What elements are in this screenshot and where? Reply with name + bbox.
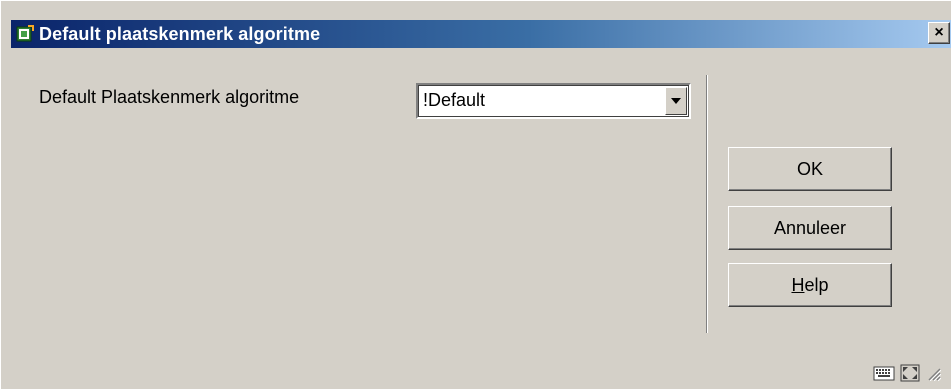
help-button-label: Help xyxy=(791,275,828,296)
help-button[interactable]: Help xyxy=(728,263,892,307)
app-window-icon xyxy=(16,25,34,43)
close-button[interactable]: × xyxy=(928,22,950,44)
dropdown-button[interactable] xyxy=(665,87,687,115)
close-icon: × xyxy=(934,24,944,41)
help-label-rest: elp xyxy=(804,274,829,295)
ok-button-label: OK xyxy=(796,158,823,179)
chevron-down-icon xyxy=(671,98,681,104)
cancel-button-label: Annuleer xyxy=(773,217,847,238)
dialog-window: Default plaatskenmerk algoritme × Defaul… xyxy=(0,0,951,389)
algorithm-label: Default Plaatskenmerk algoritme xyxy=(39,87,300,107)
algorithm-select[interactable]: !Default xyxy=(416,83,691,119)
vertical-separator xyxy=(706,75,708,333)
title-bar[interactable]: Default plaatskenmerk algoritme × xyxy=(11,20,951,48)
keyboard-icon[interactable] xyxy=(873,363,895,383)
help-mnemonic: H xyxy=(791,274,805,295)
algorithm-select-value: !Default xyxy=(423,90,486,110)
cancel-button[interactable]: Annuleer xyxy=(728,206,892,250)
status-icons xyxy=(873,363,942,383)
resize-grip-icon[interactable] xyxy=(925,365,942,382)
maximize-icon[interactable] xyxy=(899,363,921,383)
ok-button[interactable]: OK xyxy=(728,147,892,191)
window-title: Default plaatskenmerk algoritme xyxy=(39,23,321,44)
